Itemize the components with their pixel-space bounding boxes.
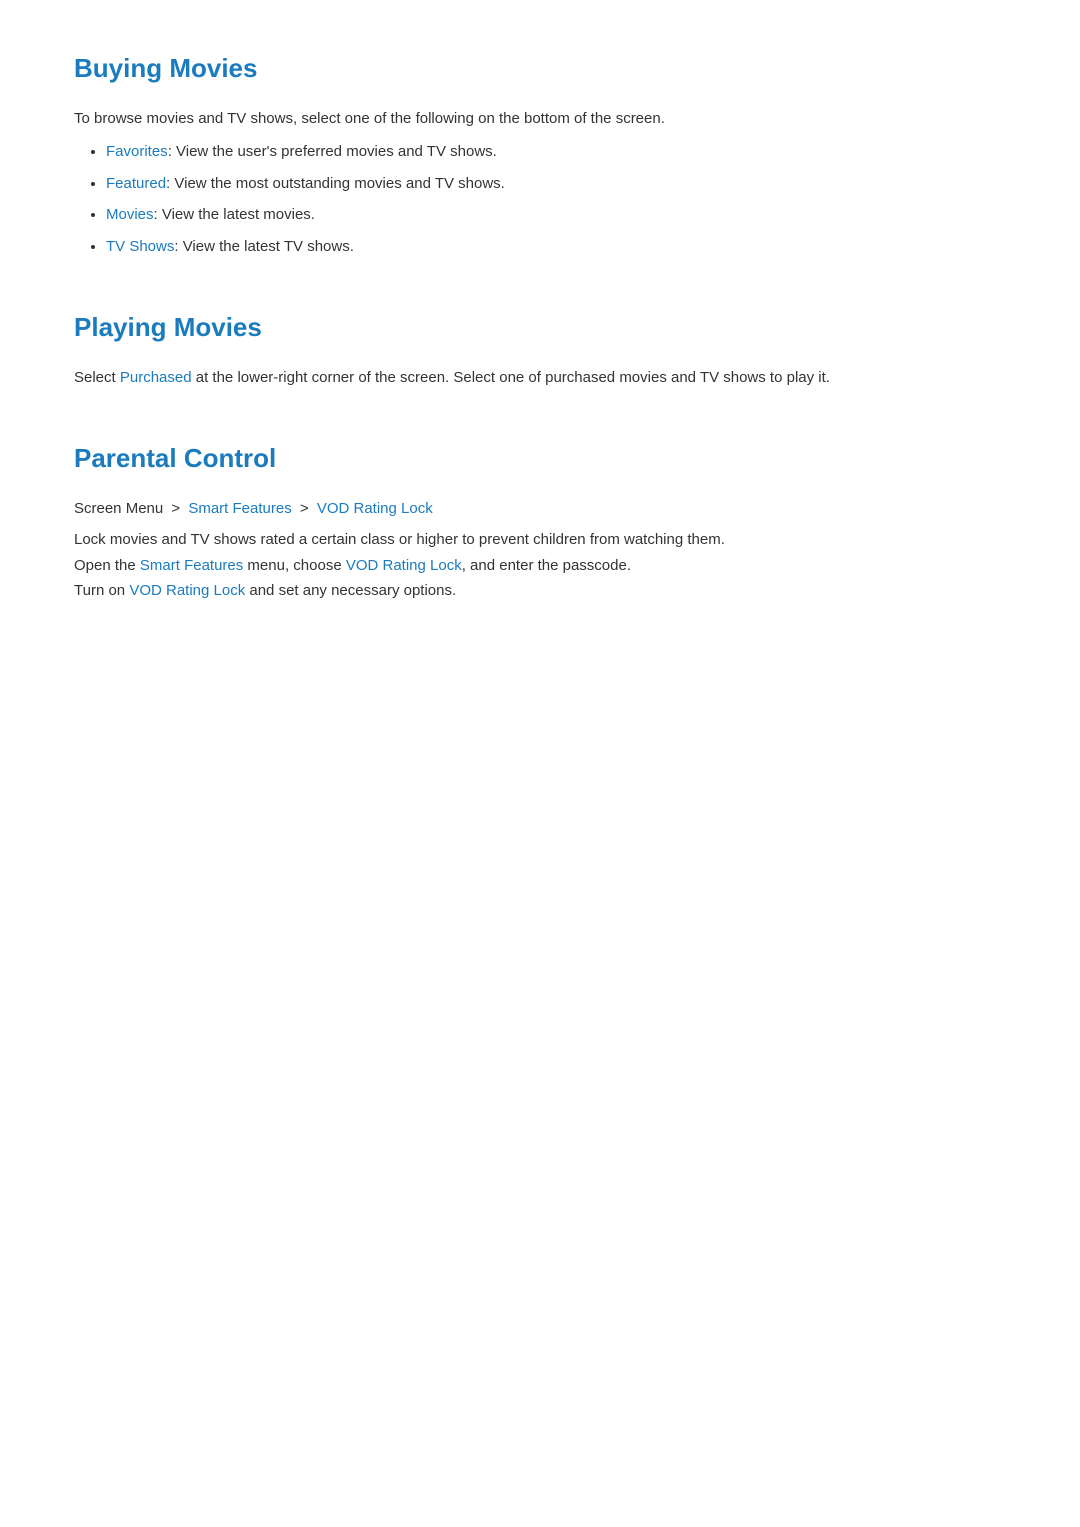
featured-desc: : View the most outstanding movies and T… bbox=[166, 175, 505, 192]
list-item: Movies: View the latest movies. bbox=[106, 202, 1006, 228]
buying-movies-title: Buying Movies bbox=[74, 48, 1006, 90]
pc-line3-text1: Turn on bbox=[74, 582, 129, 599]
favorites-desc: : View the user's preferred movies and T… bbox=[168, 143, 497, 160]
list-item: Featured: View the most outstanding movi… bbox=[106, 171, 1006, 197]
breadcrumb-prefix: Screen Menu bbox=[74, 500, 163, 517]
vod-rating-lock-link-1[interactable]: VOD Rating Lock bbox=[317, 500, 433, 517]
playing-movies-section: Playing Movies Select Purchased at the l… bbox=[74, 307, 1006, 390]
smart-features-link-2[interactable]: Smart Features bbox=[140, 557, 243, 574]
purchased-link[interactable]: Purchased bbox=[120, 369, 192, 386]
tv-shows-desc: : View the latest TV shows. bbox=[174, 238, 354, 255]
parental-control-line-1: Lock movies and TV shows rated a certain… bbox=[74, 527, 1006, 553]
playing-movies-text-before: Select bbox=[74, 369, 120, 386]
playing-movies-body: Select Purchased at the lower-right corn… bbox=[74, 365, 1006, 391]
smart-features-link-1[interactable]: Smart Features bbox=[188, 500, 291, 517]
pc-line2-text2: menu, choose bbox=[243, 557, 346, 574]
list-item: TV Shows: View the latest TV shows. bbox=[106, 234, 1006, 260]
buying-movies-list: Favorites: View the user's preferred mov… bbox=[74, 139, 1006, 259]
breadcrumb: Screen Menu > Smart Features > VOD Ratin… bbox=[74, 496, 1006, 522]
pc-line3-text2: and set any necessary options. bbox=[245, 582, 456, 599]
playing-movies-title: Playing Movies bbox=[74, 307, 1006, 349]
vod-rating-lock-link-2[interactable]: VOD Rating Lock bbox=[346, 557, 462, 574]
pc-line2-text1: Open the bbox=[74, 557, 140, 574]
parental-control-line-2: Open the Smart Features menu, choose VOD… bbox=[74, 553, 1006, 579]
movies-desc: : View the latest movies. bbox=[154, 206, 315, 223]
buying-movies-intro: To browse movies and TV shows, select on… bbox=[74, 106, 1006, 132]
favorites-link[interactable]: Favorites bbox=[106, 143, 168, 160]
playing-movies-text-after: at the lower-right corner of the screen.… bbox=[192, 369, 830, 386]
parental-control-title: Parental Control bbox=[74, 438, 1006, 480]
vod-rating-lock-link-3[interactable]: VOD Rating Lock bbox=[129, 582, 245, 599]
breadcrumb-arrow-2: > bbox=[300, 500, 313, 517]
buying-movies-section: Buying Movies To browse movies and TV sh… bbox=[74, 48, 1006, 259]
tv-shows-link[interactable]: TV Shows bbox=[106, 238, 174, 255]
pc-line2-text3: , and enter the passcode. bbox=[462, 557, 631, 574]
list-item: Favorites: View the user's preferred mov… bbox=[106, 139, 1006, 165]
parental-control-section: Parental Control Screen Menu > Smart Fea… bbox=[74, 438, 1006, 604]
parental-control-line-3: Turn on VOD Rating Lock and set any nece… bbox=[74, 578, 1006, 604]
breadcrumb-arrow-1: > bbox=[171, 500, 184, 517]
featured-link[interactable]: Featured bbox=[106, 175, 166, 192]
movies-link[interactable]: Movies bbox=[106, 206, 154, 223]
